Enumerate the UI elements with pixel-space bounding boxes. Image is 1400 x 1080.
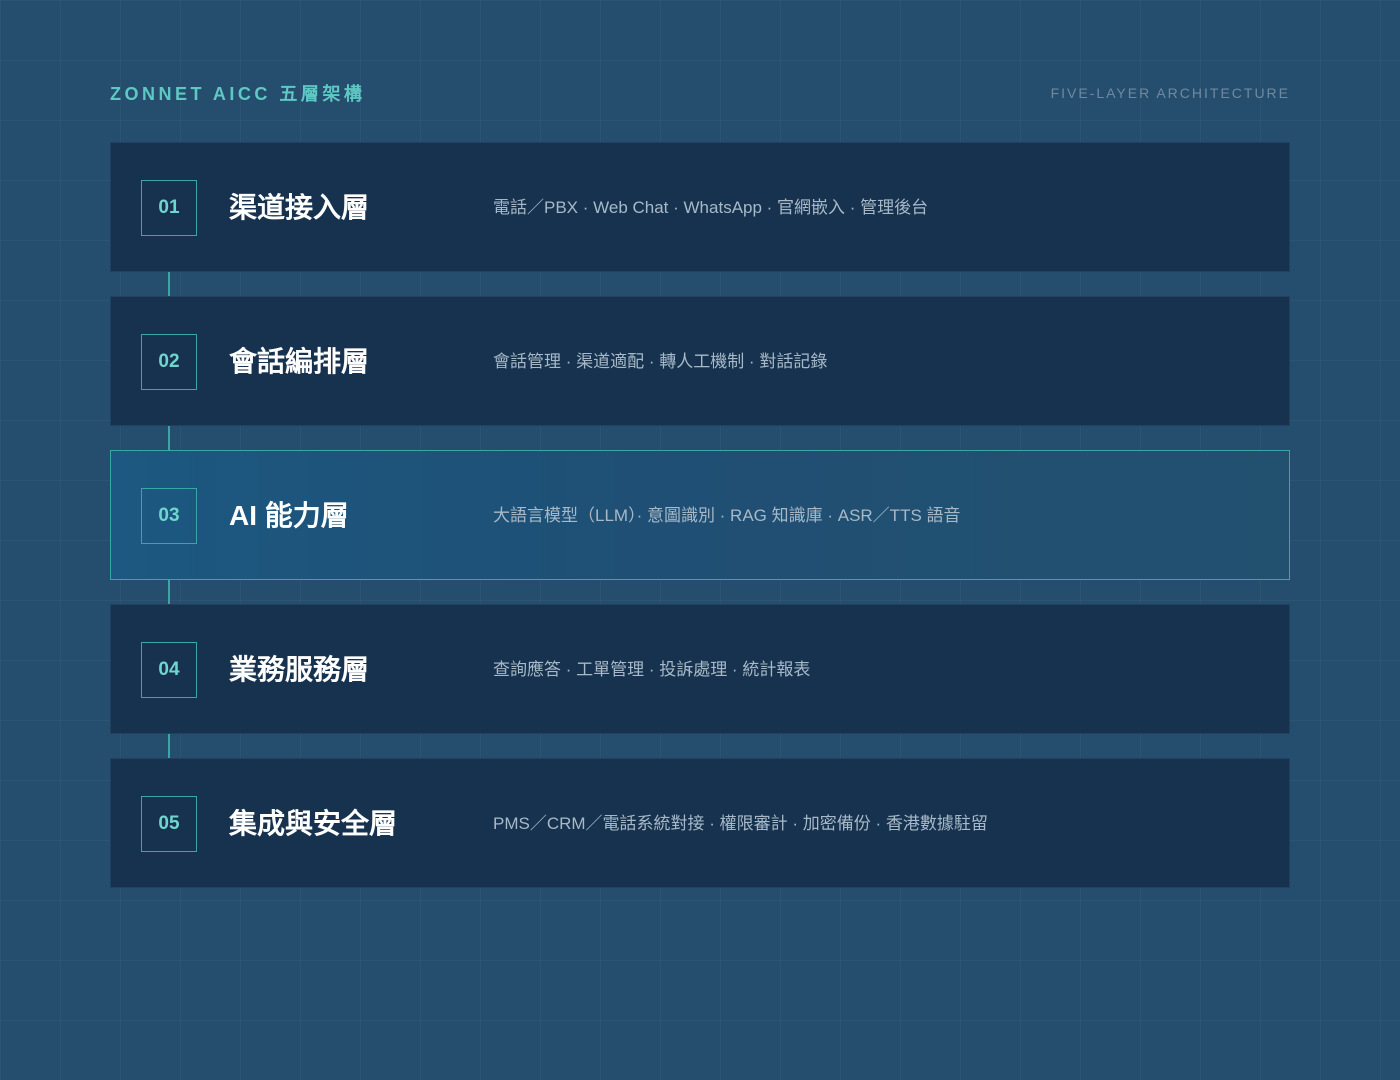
layer-connector bbox=[168, 272, 170, 296]
layer-name: 集成與安全層 bbox=[229, 808, 398, 839]
layer-card-2: 02 會話編排層 會話管理 · 渠道適配 · 轉人工機制 · 對話記錄 bbox=[110, 296, 1290, 426]
layer-card-4: 04 業務服務層 查詢應答 · 工單管理 · 投訴處理 · 統計報表 bbox=[110, 604, 1290, 734]
layer-description: 查詢應答 · 工單管理 · 投訴處理 · 統計報表 bbox=[493, 660, 811, 679]
layer-name: 業務服務層 bbox=[229, 654, 370, 685]
layer-card-5: 05 集成與安全層 PMS／CRM／電話系統對接 · 權限審計 · 加密備份 ·… bbox=[110, 758, 1290, 888]
layer-card-1: 01 渠道接入層 電話／PBX · Web Chat · WhatsApp · … bbox=[110, 142, 1290, 272]
layer-number-badge: 02 bbox=[141, 334, 197, 390]
layer-description: 會話管理 · 渠道適配 · 轉人工機制 · 對話記錄 bbox=[493, 352, 828, 371]
layer-connector bbox=[168, 734, 170, 758]
layer-connector bbox=[168, 580, 170, 604]
layer-number-badge: 01 bbox=[141, 180, 197, 236]
layer-name: 渠道接入層 bbox=[229, 192, 370, 223]
layer-description: PMS／CRM／電話系統對接 · 權限審計 · 加密備份 · 香港數據駐留 bbox=[493, 814, 988, 833]
header: ZONNET AICC 五層架構 FIVE-LAYER ARCHITECTURE bbox=[110, 78, 1290, 108]
page-subtitle: FIVE-LAYER ARCHITECTURE bbox=[1050, 85, 1290, 101]
page-title: ZONNET AICC 五層架構 bbox=[110, 84, 366, 104]
layer-number-badge: 03 bbox=[141, 488, 197, 544]
layer-description: 電話／PBX · Web Chat · WhatsApp · 官網嵌入 · 管理… bbox=[493, 198, 929, 217]
layer-name: 會話編排層 bbox=[229, 346, 370, 377]
layer-number-badge: 04 bbox=[141, 642, 197, 698]
layer-description: 大語言模型（LLM）· 意圖識別 · RAG 知識庫 · ASR／TTS 語音 bbox=[493, 506, 961, 525]
layer-card-3: 03 AI 能力層 大語言模型（LLM）· 意圖識別 · RAG 知識庫 · A… bbox=[110, 450, 1290, 580]
layer-name: AI 能力層 bbox=[229, 500, 349, 531]
layer-number-badge: 05 bbox=[141, 796, 197, 852]
layer-connector bbox=[168, 426, 170, 450]
